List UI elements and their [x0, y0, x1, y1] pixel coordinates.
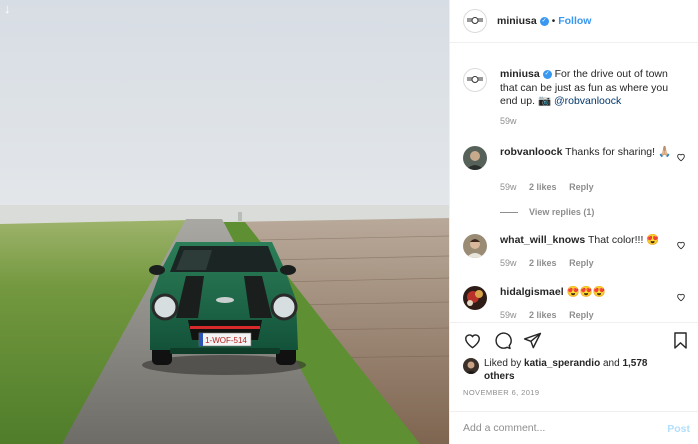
comment-likes[interactable]: 2 likes: [529, 182, 557, 192]
avatar-photo: [463, 234, 487, 258]
car-photo-illustration: 1-WOF-514: [0, 0, 449, 444]
comment-likes[interactable]: 2 likes: [529, 310, 557, 320]
follow-button[interactable]: Follow: [558, 15, 591, 27]
add-comment-input[interactable]: [463, 422, 643, 434]
comment-age[interactable]: 59w: [500, 182, 517, 192]
post-comment-button[interactable]: Post: [667, 423, 690, 435]
reply-button[interactable]: Reply: [569, 182, 594, 192]
paper-plane-icon[interactable]: [523, 331, 542, 350]
commenter-avatar[interactable]: [463, 234, 487, 258]
comment-text: Thanks for sharing! 🙏🏼: [565, 146, 672, 158]
post-photo[interactable]: 1-WOF-514 ↓: [0, 0, 449, 444]
post-actions: Liked by katia_sperandio and 1,578 other…: [450, 322, 698, 444]
liked-by: Liked by katia_sperandio and 1,578 other…: [463, 357, 693, 383]
caption-username[interactable]: miniusa: [500, 68, 540, 80]
commenter-avatar[interactable]: [463, 146, 487, 170]
view-replies-line: [500, 212, 518, 214]
verified-badge-icon: ✓: [539, 16, 549, 26]
avatar-photo: [463, 286, 487, 310]
heart-icon[interactable]: [463, 331, 482, 350]
avatar[interactable]: [463, 9, 487, 33]
comment-meta: 59w 2 likes Reply: [500, 258, 604, 268]
comment-body: what_will_knows That color!!! 😍: [500, 234, 675, 248]
comment-like-heart-icon[interactable]: [676, 240, 686, 250]
verified-badge-icon: ✓: [542, 69, 552, 79]
commenter-username[interactable]: robvanloock: [500, 146, 562, 158]
liked-by-and: and: [602, 358, 620, 369]
avatar-photo: [463, 146, 487, 170]
comment-age[interactable]: 59w: [500, 258, 517, 268]
post-window: 1-WOF-514 ↓ miniusa ✓ • Follow miniusa ✓…: [0, 0, 698, 444]
reply-button[interactable]: Reply: [569, 258, 594, 268]
comment-body: hidalgismael 😍😍😍: [500, 286, 675, 300]
avatar[interactable]: [463, 68, 487, 92]
caption-meta: 59w: [500, 116, 527, 126]
post-username[interactable]: miniusa: [497, 15, 537, 27]
view-replies-button[interactable]: View replies (1): [500, 207, 594, 217]
comment-like-heart-icon[interactable]: [676, 292, 686, 302]
caption-age[interactable]: 59w: [500, 116, 517, 126]
commenter-username[interactable]: hidalgismael: [500, 286, 564, 298]
commenter-username[interactable]: what_will_knows: [500, 234, 585, 246]
bookmark-icon[interactable]: [671, 331, 690, 350]
comment-meta: 59w 2 likes Reply: [500, 310, 604, 320]
commenter-avatar[interactable]: [463, 286, 487, 310]
comment-like-heart-icon[interactable]: [676, 152, 686, 162]
view-replies-label: View replies (1): [529, 207, 595, 217]
avatar-photo: [463, 358, 479, 374]
post-side-panel: miniusa ✓ • Follow miniusa ✓ For the driv…: [449, 0, 698, 444]
comment-bubble-icon[interactable]: [493, 331, 512, 350]
reply-button[interactable]: Reply: [569, 310, 594, 320]
license-plate-text: 1-WOF-514: [205, 336, 247, 345]
liker-username[interactable]: katia_sperandio: [524, 358, 600, 369]
comment-likes[interactable]: 2 likes: [529, 258, 557, 268]
liked-by-prefix: Liked by: [484, 358, 522, 369]
post-date[interactable]: NOVEMBER 6, 2019: [463, 388, 539, 397]
mini-logo-icon: [467, 17, 483, 24]
comment-age[interactable]: 59w: [500, 310, 517, 320]
liked-by-text: Liked by katia_sperandio and 1,578 other…: [484, 357, 674, 383]
caption-mention-link[interactable]: @robvanloock: [554, 95, 621, 107]
comment-text: That color!!! 😍: [587, 234, 660, 246]
caption-body: miniusa ✓ For the drive out of town that …: [500, 68, 686, 109]
comment-text: 😍😍😍: [566, 286, 606, 298]
comment-body: robvanloock Thanks for sharing! 🙏🏼: [500, 146, 675, 160]
action-icons: [463, 331, 691, 351]
comment-meta: 59w 2 likes Reply: [500, 182, 604, 192]
liker-avatar[interactable]: [463, 358, 479, 374]
separator-dot: •: [551, 15, 556, 27]
post-header: miniusa ✓ • Follow: [450, 0, 698, 43]
add-comment-bar: Post: [450, 411, 698, 444]
comment-list[interactable]: miniusa ✓ For the drive out of town that …: [450, 44, 698, 322]
download-arrow-icon[interactable]: ↓: [4, 2, 11, 15]
mini-logo-icon: [467, 76, 483, 83]
